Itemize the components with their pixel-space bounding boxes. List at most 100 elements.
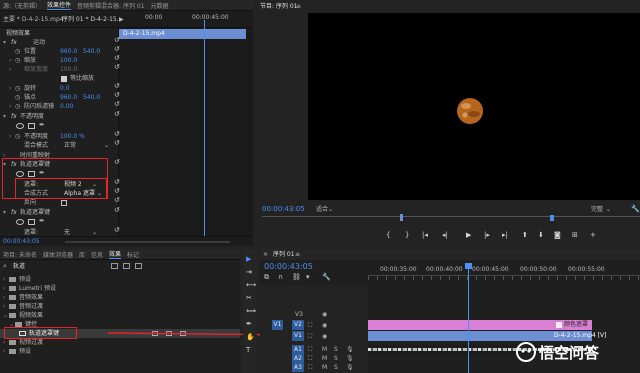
program-menu-icon[interactable]: ≡ xyxy=(296,2,301,11)
stopwatch-icon[interactable]: ◷ xyxy=(15,47,20,56)
solo-button[interactable]: S xyxy=(334,363,338,372)
scale-value[interactable]: 100.0 xyxy=(60,56,77,65)
position-y-value[interactable]: 540.0 xyxy=(83,47,100,56)
scale-twisty[interactable]: › xyxy=(9,56,11,65)
go-to-out-icon[interactable]: ▸| xyxy=(502,231,508,239)
tab-effect-controls[interactable]: 效果控件 xyxy=(47,0,72,10)
stopwatch-icon[interactable]: ◷ xyxy=(15,84,20,93)
toggle-output-icon[interactable]: ◉ xyxy=(322,321,327,330)
clip-video[interactable]: D-4-2-15.mp4 [V] xyxy=(368,331,606,341)
ripple-edit-icon[interactable]: ⟷ xyxy=(246,281,256,289)
solo-button[interactable]: S xyxy=(334,345,338,354)
reset-icon[interactable]: ↺ xyxy=(114,130,120,138)
tab-metadata[interactable]: 元数据 xyxy=(151,1,169,10)
microphone-icon[interactable]: 🎙 xyxy=(346,345,354,354)
reset-icon[interactable]: ↺ xyxy=(114,91,120,99)
stopwatch-icon[interactable]: ◷ xyxy=(15,93,20,102)
opacity-value-twisty[interactable]: › xyxy=(9,132,11,141)
reset-icon[interactable]: ↺ xyxy=(114,178,120,186)
tab-info[interactable]: 信息 xyxy=(91,250,103,259)
tree-item[interactable]: › 音频效果 xyxy=(0,293,240,302)
track-select-icon[interactable]: ⇥ xyxy=(246,268,252,276)
play-icon[interactable]: ▶ xyxy=(466,231,471,239)
timeline-timecode[interactable]: 00:00:43:05 xyxy=(264,262,313,271)
eye-icon[interactable]: ◉ xyxy=(322,310,327,319)
mute-button[interactable]: M xyxy=(322,345,327,354)
reset-icon[interactable]: ↺ xyxy=(114,36,120,44)
mark-out-icon[interactable]: } xyxy=(405,231,409,239)
pen-mask-icon[interactable]: ✒ xyxy=(39,217,45,225)
track-name-a2[interactable]: A2 xyxy=(292,354,304,363)
blend-mode-select[interactable]: 正常 xyxy=(64,141,76,150)
program-scrub-bar[interactable] xyxy=(262,214,640,221)
ec-clip-bar[interactable]: D-4-2-15.mp4 xyxy=(119,29,246,39)
track-name-a3[interactable]: A3 xyxy=(292,363,304,372)
program-playhead[interactable] xyxy=(550,215,554,221)
timeline-ruler[interactable]: 00:00:35:00 00:00:40:00 00:00:45:00 00:0… xyxy=(368,263,640,281)
reset-icon[interactable]: ↺ xyxy=(114,139,120,147)
timeline-playhead[interactable] xyxy=(468,265,469,373)
uniform-scale-checkbox[interactable] xyxy=(61,76,67,82)
nest-icon[interactable]: ⧉ xyxy=(264,273,269,282)
settings-wrench-icon[interactable]: 🔧 xyxy=(322,273,331,281)
fit-select[interactable]: 适合 xyxy=(316,205,328,214)
close-icon[interactable]: × xyxy=(263,250,268,259)
add-button-icon[interactable]: + xyxy=(590,231,596,239)
tree-item[interactable]: › 音频过渡 xyxy=(0,302,240,311)
timeline-title[interactable]: 序列 01 xyxy=(273,250,295,259)
tree-item[interactable]: ⌄ 视频效果 xyxy=(0,311,240,320)
lock-icon[interactable]: ⛶ xyxy=(308,332,312,341)
opacity-value[interactable]: 100.0 % xyxy=(60,132,85,141)
yuv-effects-icon[interactable] xyxy=(135,263,142,269)
accelerated-effects-icon[interactable] xyxy=(111,263,118,269)
razor-tool-icon[interactable]: ✂ xyxy=(246,294,252,302)
stopwatch-icon[interactable]: ◷ xyxy=(15,56,20,65)
track-name-v2[interactable]: V2 xyxy=(292,320,304,330)
timeline-menu-icon[interactable]: ≡ xyxy=(295,250,300,259)
tab-project[interactable]: 项目: 未命名 xyxy=(3,250,37,259)
a-target-button[interactable]: A1 xyxy=(292,345,304,354)
reset-icon[interactable]: ↺ xyxy=(114,158,120,166)
anti-flicker-twisty[interactable]: › xyxy=(9,102,11,111)
reset-icon[interactable]: ↺ xyxy=(114,196,120,204)
reset-icon[interactable]: ↺ xyxy=(114,187,120,195)
program-monitor-title[interactable]: 节目: 序列 01 xyxy=(260,2,297,11)
tree-item[interactable]: › 预设 xyxy=(0,275,240,284)
button-editor-icon[interactable]: ⊞ xyxy=(572,231,578,239)
mark-in-icon[interactable]: { xyxy=(386,231,390,239)
rect-mask-icon[interactable] xyxy=(28,219,35,225)
tab-media-browser[interactable]: 媒体浏览器 xyxy=(43,250,73,259)
lock-icon[interactable]: ⛶ xyxy=(308,354,312,363)
ellipse-mask-icon[interactable] xyxy=(16,123,24,129)
anchor-x-value[interactable]: 960.0 xyxy=(60,93,77,102)
ec-zoom-bar[interactable] xyxy=(65,241,230,243)
opacity-twisty[interactable]: ▾ xyxy=(3,112,6,121)
stopwatch-icon[interactable]: ◷ xyxy=(15,132,20,141)
position-x-value[interactable]: 960.0 xyxy=(60,47,77,56)
track-matte-2-twisty[interactable]: ▾ xyxy=(3,208,6,217)
microphone-icon[interactable]: 🎙 xyxy=(346,363,354,372)
anti-flicker-value[interactable]: 0.00 xyxy=(60,102,73,111)
stopwatch-icon[interactable]: ◷ xyxy=(15,102,20,111)
reset-icon[interactable]: ↺ xyxy=(114,110,120,118)
anchor-y-value[interactable]: 540.0 xyxy=(83,93,100,102)
reset-icon[interactable]: ↺ xyxy=(114,82,120,90)
clip-color-matte[interactable]: 颜色遮罩 xyxy=(368,320,592,330)
toggle-output-icon[interactable]: ◉ xyxy=(322,332,327,341)
scale-width-value[interactable]: 100.0 xyxy=(60,65,77,74)
linked-select-icon[interactable]: ⛓ xyxy=(292,273,301,281)
rotation-twisty[interactable]: › xyxy=(9,84,11,93)
tree-item[interactable]: › 视频过渡 xyxy=(0,338,240,347)
motion-twisty[interactable]: ▾ xyxy=(3,38,6,47)
tree-item[interactable]: › 预设 xyxy=(0,347,240,356)
go-to-in-icon[interactable]: |◂ xyxy=(422,231,428,239)
lock-icon[interactable]: ⛶ xyxy=(308,345,312,354)
extract-icon[interactable]: ⬇ xyxy=(538,231,544,239)
reverse-checkbox[interactable] xyxy=(61,200,67,206)
playhead-handle[interactable] xyxy=(465,263,472,269)
camera-icon[interactable]: ◙ xyxy=(554,231,561,239)
search-input[interactable]: 轨道 xyxy=(13,262,25,271)
program-timecode[interactable]: 00:00:43:05 xyxy=(262,205,305,214)
tab-effects[interactable]: 效果 xyxy=(108,249,121,259)
rect-mask-icon[interactable] xyxy=(28,123,35,129)
